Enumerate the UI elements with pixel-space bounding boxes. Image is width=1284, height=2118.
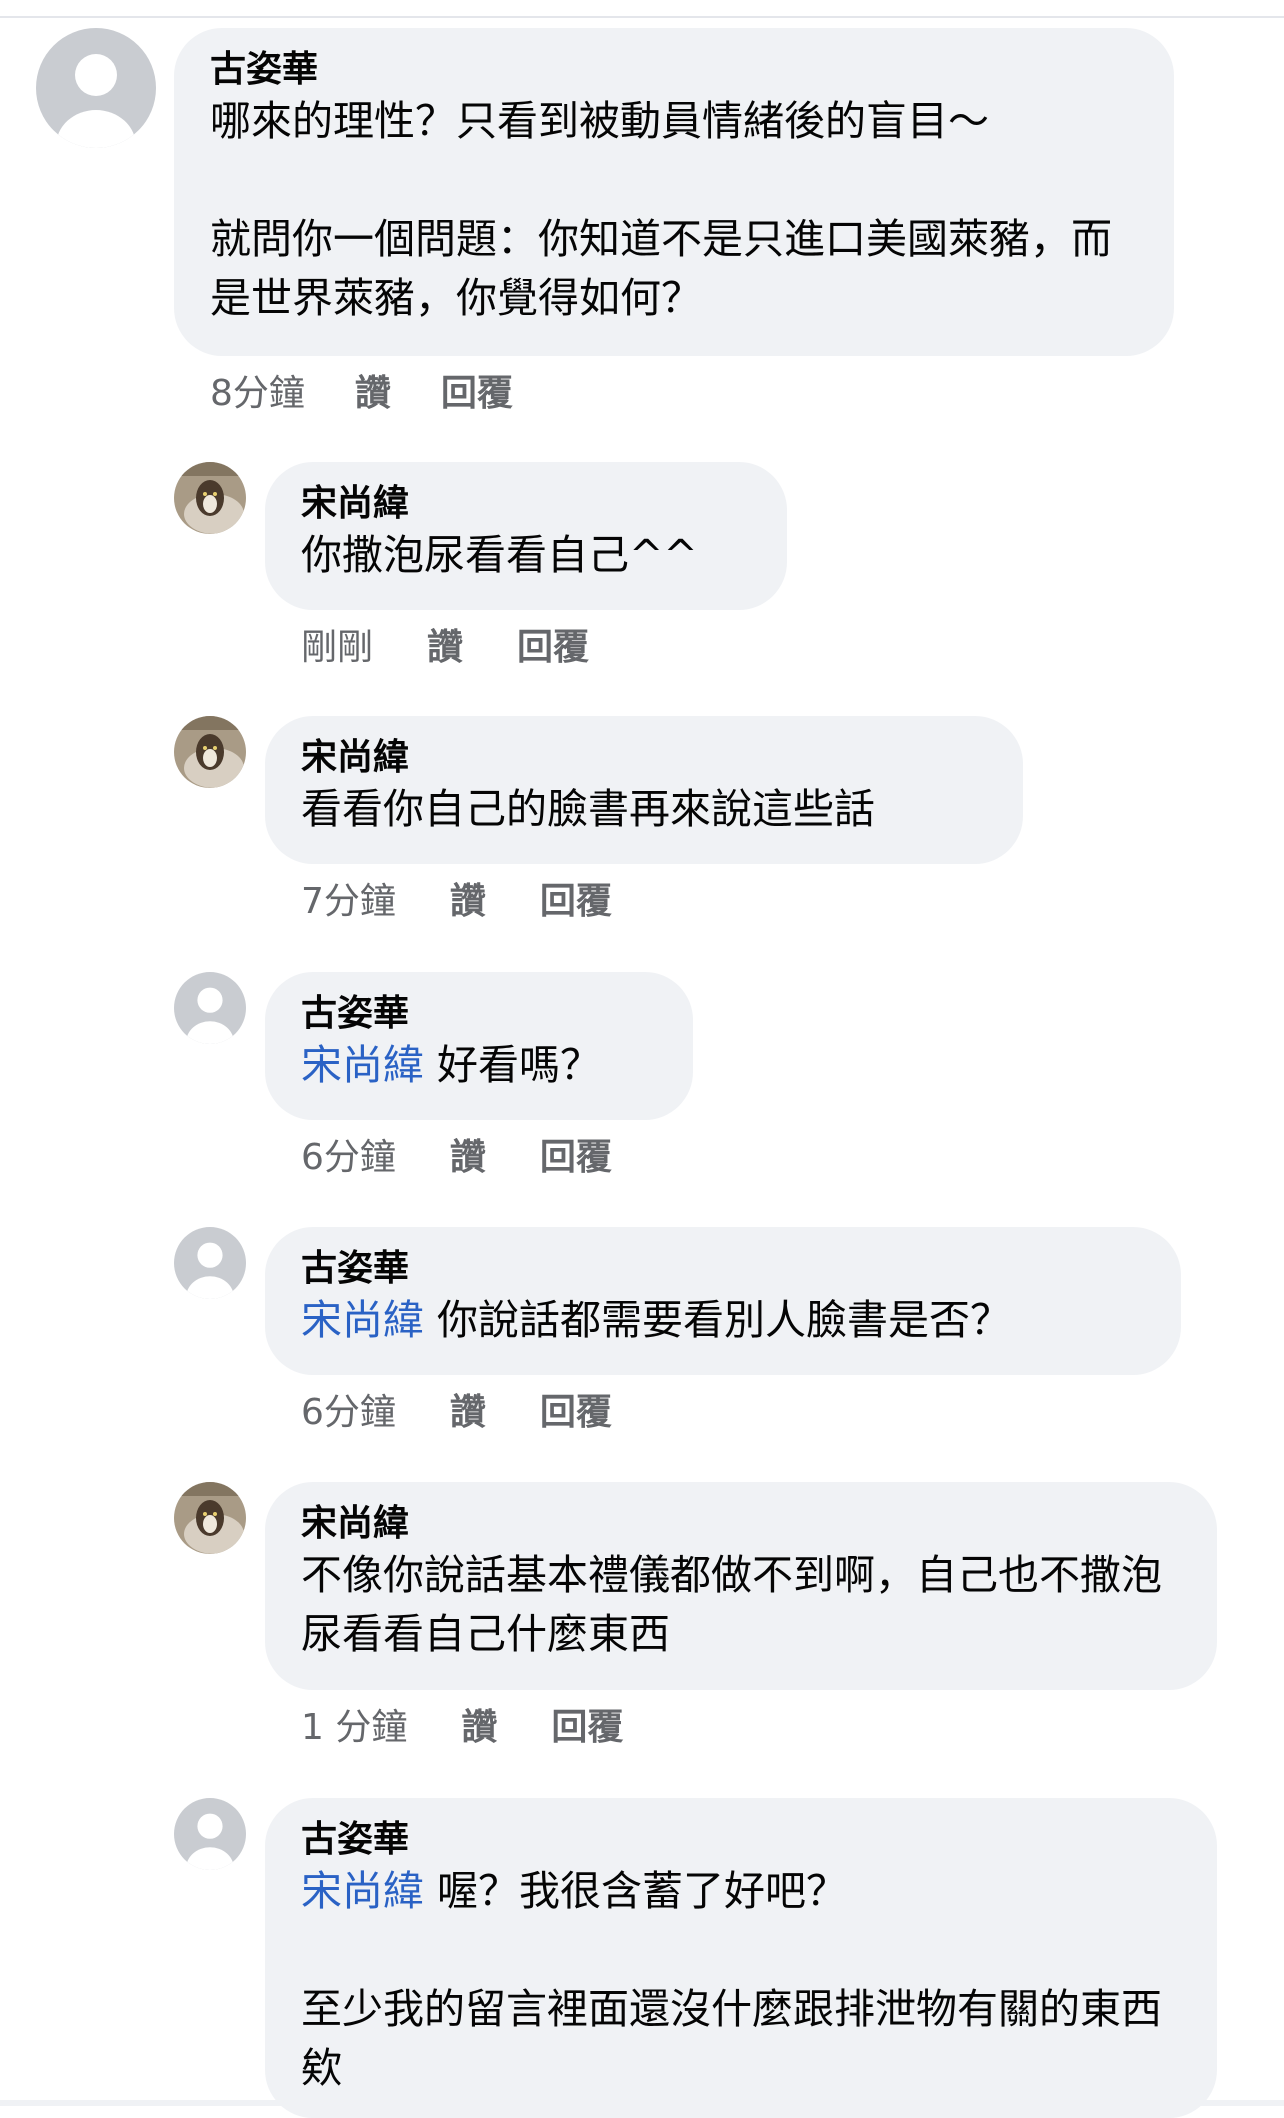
comment-bubble: 古姿華 宋尚緯 你說話都需要看別人臉書是否？	[265, 1227, 1181, 1375]
comment-text-body: 你說話都需要看別人臉書是否？	[437, 1296, 1012, 1344]
top-divider	[0, 16, 1284, 18]
comment-bubble: 古姿華 宋尚緯 喔？我很含蓄了好吧？ 至少我的留言裡面還沒什麼跟排泄物有關的東西…	[265, 1798, 1217, 2118]
comment-time[interactable]: 6分鐘	[301, 1391, 396, 1435]
like-button[interactable]: 讚	[450, 880, 486, 924]
mention-link[interactable]: 宋尚緯	[301, 1867, 424, 1915]
comment-text: 不像你說話基本禮儀都做不到啊，自己也不撒泡尿看看自己什麼東西	[301, 1551, 1162, 1658]
like-button[interactable]: 讚	[461, 1706, 497, 1750]
comment-text: 宋尚緯 好看嗎？	[301, 1036, 657, 1095]
comment-author[interactable]: 宋尚緯	[301, 482, 751, 526]
comment-author[interactable]: 宋尚緯	[301, 736, 987, 780]
like-button[interactable]: 讚	[355, 372, 391, 416]
reply-button[interactable]: 回覆	[540, 1136, 612, 1180]
comment-time[interactable]: 7分鐘	[301, 880, 396, 924]
comment-bubble: 宋尚緯 你撒泡尿看看自己^^	[265, 462, 787, 610]
comment-author[interactable]: 古姿華	[210, 48, 1138, 92]
comment-author[interactable]: 古姿華	[301, 1247, 1145, 1291]
comment-author[interactable]: 古姿華	[301, 1818, 1181, 1862]
comment-actions: 剛剛 讚 回覆	[301, 626, 589, 670]
comment-bubble: 古姿華 宋尚緯 好看嗎？	[265, 972, 693, 1120]
reply-button[interactable]: 回覆	[551, 1706, 623, 1750]
comment-author[interactable]: 古姿華	[301, 992, 657, 1036]
mention-link[interactable]: 宋尚緯	[301, 1041, 424, 1089]
avatar-default-icon[interactable]	[174, 972, 246, 1044]
comment-text: 你撒泡尿看看自己^^	[301, 531, 698, 579]
avatar-cat-icon[interactable]	[174, 716, 246, 788]
comment-actions: 1 分鐘 讚 回覆	[301, 1706, 623, 1750]
reply-button[interactable]: 回覆	[517, 626, 589, 670]
comment-author[interactable]: 宋尚緯	[301, 1502, 1181, 1546]
avatar-cat-icon[interactable]	[174, 1482, 246, 1554]
reply-button[interactable]: 回覆	[540, 1391, 612, 1435]
comment-actions: 6分鐘 讚 回覆	[301, 1136, 612, 1180]
comment-text: 看看你自己的臉書再來說這些話	[301, 785, 875, 833]
comment-bubble: 宋尚緯 不像你說話基本禮儀都做不到啊，自己也不撒泡尿看看自己什麼東西	[265, 1482, 1217, 1690]
comment-text: 哪來的理性？只看到被動員情緒後的盲目～ 就問你一個問題：你知道不是只進口美國萊豬…	[210, 97, 1112, 322]
comment-time[interactable]: 8分鐘	[210, 372, 305, 416]
like-button[interactable]: 讚	[427, 626, 463, 670]
comment-text-body: 喔？我很含蓄了好吧？ 至少我的留言裡面還沒什麼跟排泄物有關的東西欸	[301, 1867, 1162, 2092]
comment-actions: 8分鐘 讚 回覆	[210, 372, 513, 416]
avatar-cat-icon[interactable]	[174, 462, 246, 534]
comment-text: 宋尚緯 喔？我很含蓄了好吧？ 至少我的留言裡面還沒什麼跟排泄物有關的東西欸	[301, 1862, 1181, 2098]
avatar-default-icon[interactable]	[174, 1798, 246, 1870]
mention-link[interactable]: 宋尚緯	[301, 1296, 424, 1344]
comment-time[interactable]: 6分鐘	[301, 1136, 396, 1180]
comment-bubble: 古姿華 哪來的理性？只看到被動員情緒後的盲目～ 就問你一個問題：你知道不是只進口…	[174, 28, 1174, 356]
avatar-default-icon[interactable]	[36, 28, 156, 148]
like-button[interactable]: 讚	[450, 1136, 486, 1180]
like-button[interactable]: 讚	[450, 1391, 486, 1435]
comment-text-body: 好看嗎？	[437, 1041, 602, 1089]
comment-actions: 6分鐘 讚 回覆	[301, 1391, 612, 1435]
comment-time[interactable]: 剛剛	[301, 626, 373, 670]
comment-bubble: 宋尚緯 看看你自己的臉書再來說這些話	[265, 716, 1023, 864]
comment-text: 宋尚緯 你說話都需要看別人臉書是否？	[301, 1291, 1145, 1350]
bottom-divider	[0, 2100, 1284, 2106]
avatar-default-icon[interactable]	[174, 1227, 246, 1299]
comment-time[interactable]: 1 分鐘	[301, 1706, 407, 1750]
reply-button[interactable]: 回覆	[540, 880, 612, 924]
comment-actions: 7分鐘 讚 回覆	[301, 880, 612, 924]
reply-button[interactable]: 回覆	[441, 372, 513, 416]
